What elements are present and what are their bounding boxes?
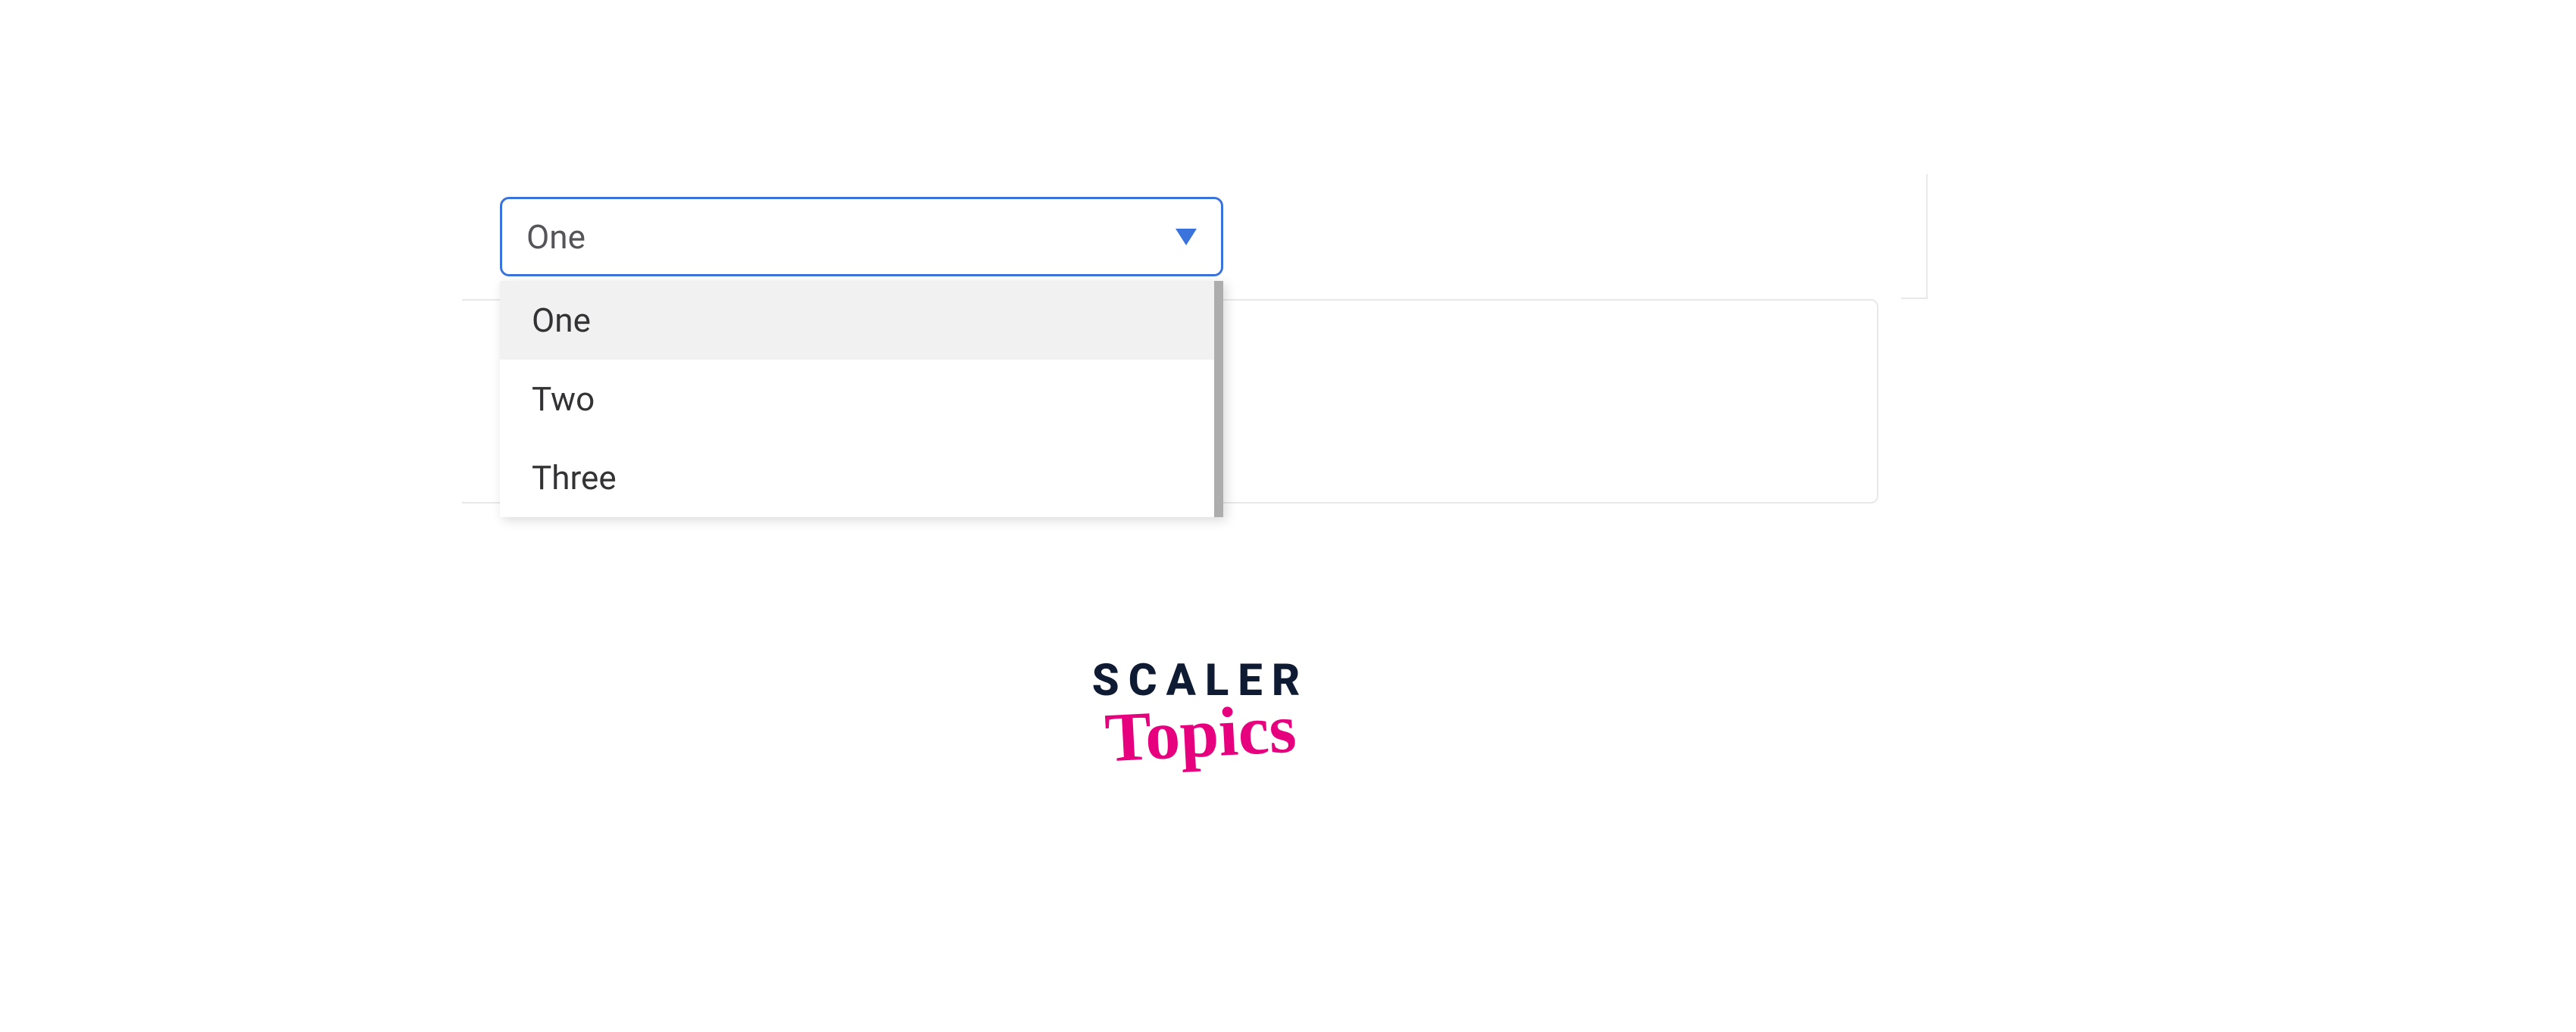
- dropdown-trigger[interactable]: One: [500, 197, 1223, 276]
- scaler-topics-logo: SCALER Topics: [1076, 655, 1325, 765]
- logo-script-text: Topics: [1074, 695, 1327, 771]
- background-panel-notch: [1901, 174, 1928, 299]
- dropdown-selected-value: One: [526, 217, 585, 257]
- dropdown-list[interactable]: One Two Three: [500, 281, 1223, 517]
- caret-down-icon: [1176, 229, 1197, 245]
- dropdown-option-label: One: [532, 301, 591, 340]
- dropdown-option[interactable]: One: [500, 281, 1223, 360]
- dropdown-option[interactable]: Three: [500, 438, 1223, 517]
- dropdown-option-label: Two: [532, 379, 595, 419]
- dropdown: One One Two Three: [500, 197, 1223, 517]
- dropdown-option[interactable]: Two: [500, 360, 1223, 438]
- dropdown-option-label: Three: [532, 458, 617, 497]
